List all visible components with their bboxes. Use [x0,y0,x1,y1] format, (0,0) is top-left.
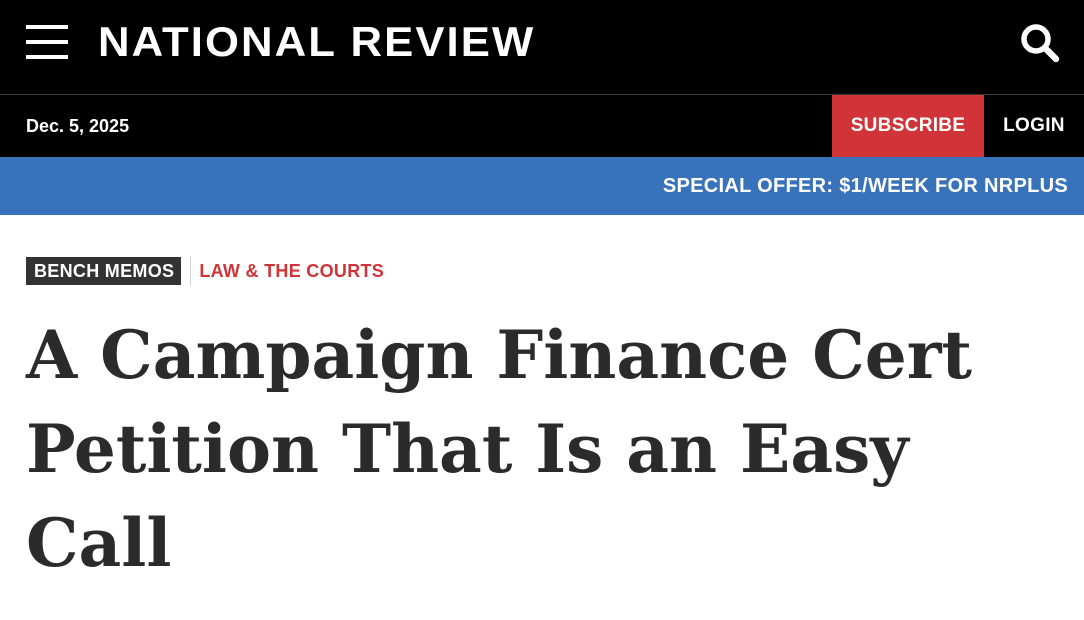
subscribe-button[interactable]: SUBSCRIBE [832,95,984,157]
tag-divider [190,256,192,286]
article-tags: BENCH MEMOS LAW & THE COURTS [26,256,384,286]
hamburger-line [26,55,68,59]
promo-text: SPECIAL OFFER: $1/WEEK FOR NRPLUS [662,175,1068,197]
sub-header: Dec. 5, 2025 SUBSCRIBE LOGIN [0,95,1084,157]
search-icon-graphic [1021,24,1060,63]
login-button[interactable]: LOGIN [984,95,1084,157]
tag-bench-memos[interactable]: BENCH MEMOS [26,257,182,285]
search-icon[interactable] [1019,22,1061,64]
promo-banner[interactable]: SPECIAL OFFER: $1/WEEK FOR NRPLUS [0,157,1084,215]
hamburger-line [26,25,68,29]
site-header: NATIONAL REVIEW [0,0,1084,95]
hamburger-menu-icon[interactable] [26,25,68,61]
article-header: BENCH MEMOS LAW & THE COURTS A Campaign … [0,215,1084,620]
article-headline: A Campaign Finance Cert Petition That Is… [26,316,973,582]
tag-law-and-the-courts[interactable]: LAW & THE COURTS [199,257,384,285]
site-logo[interactable]: NATIONAL REVIEW [98,19,535,65]
current-date: Dec. 5, 2025 [26,116,130,136]
hamburger-line [26,40,68,44]
